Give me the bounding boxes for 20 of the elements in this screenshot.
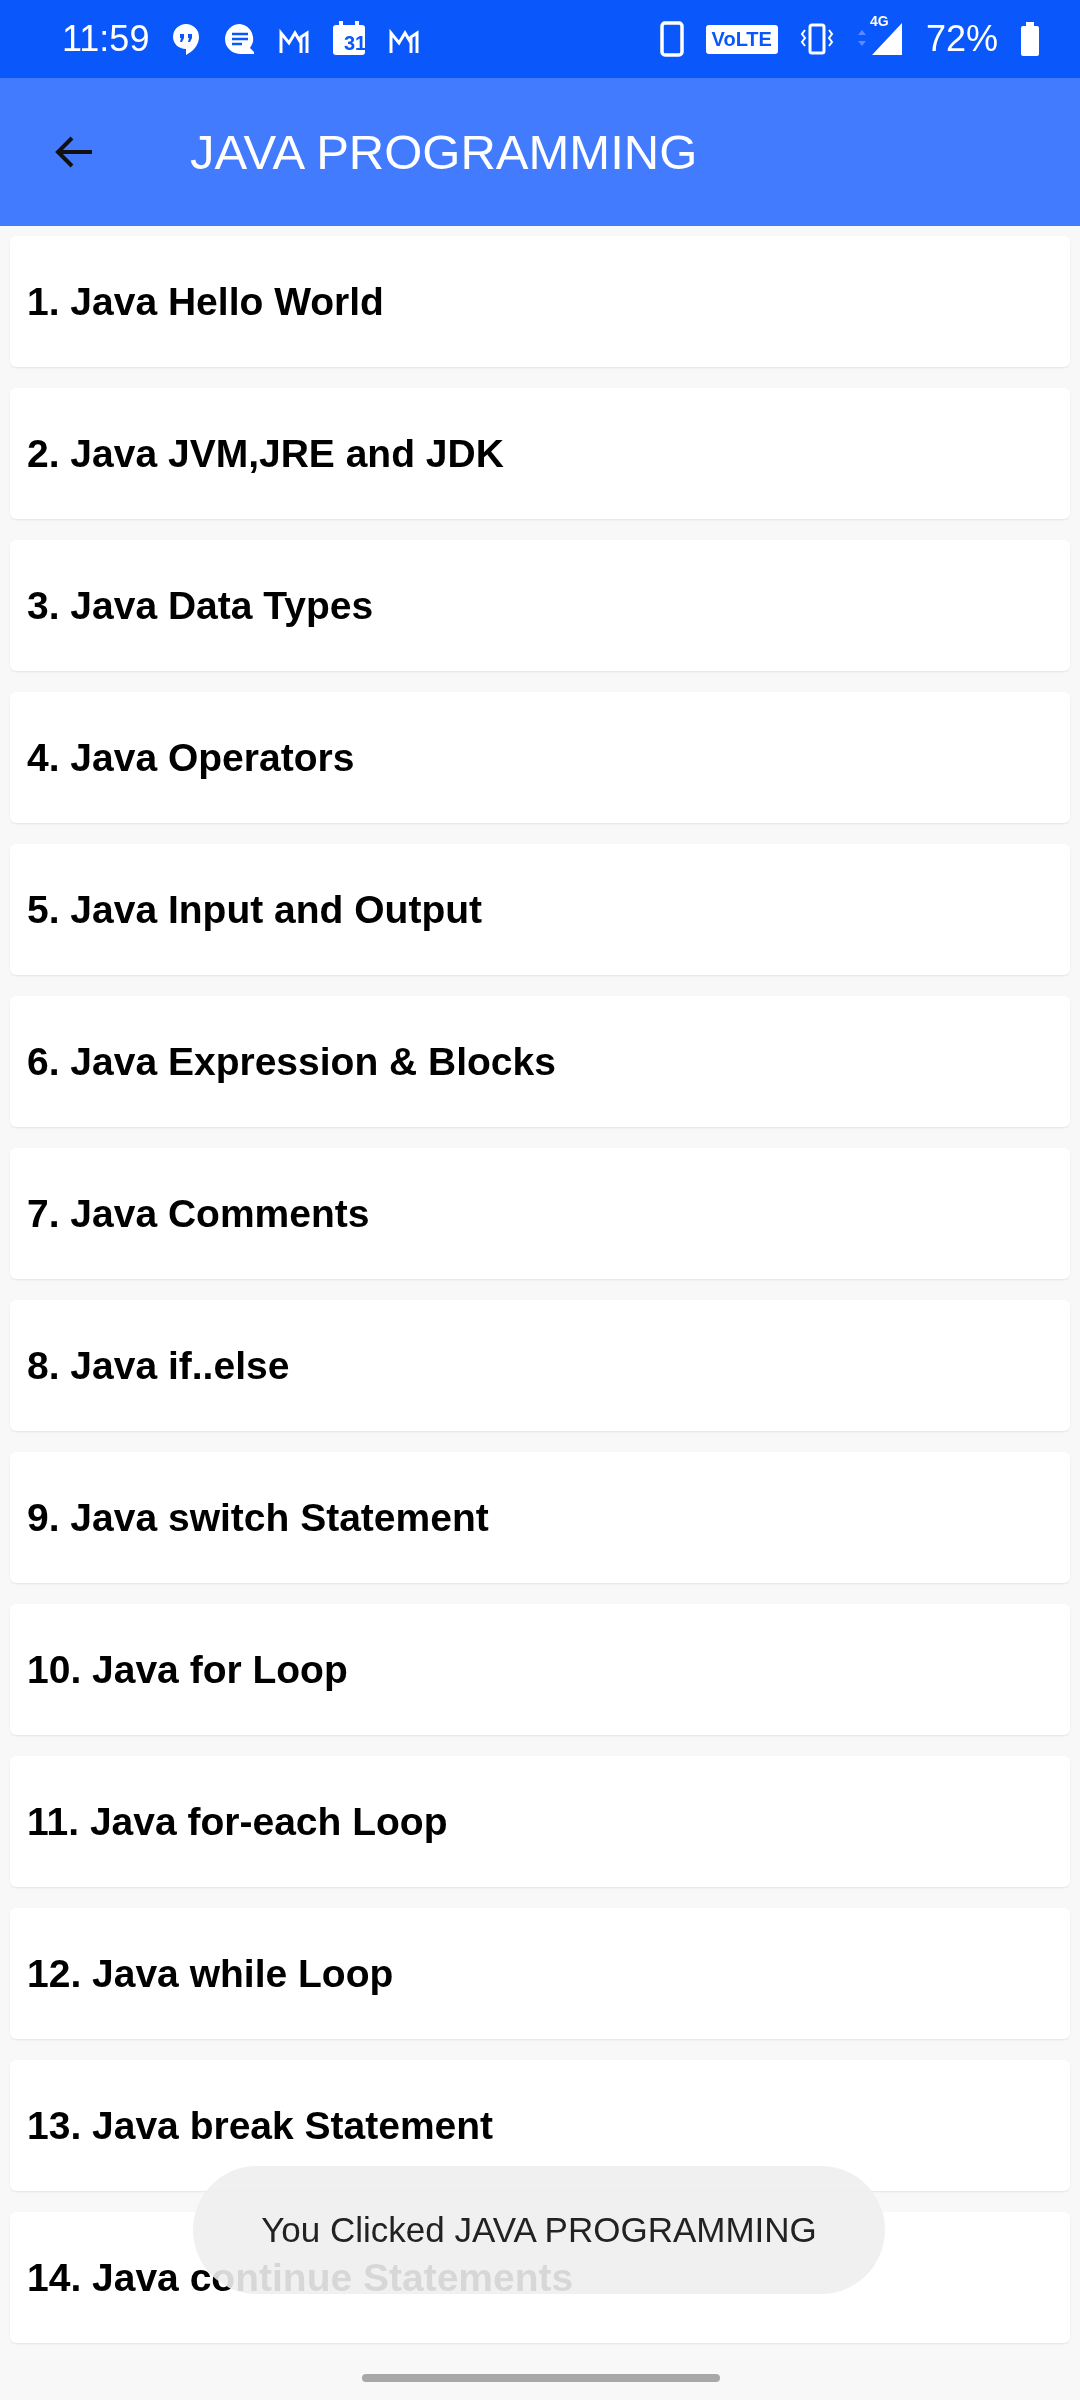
topic-label: 11. Java for-each Loop <box>27 1799 448 1844</box>
topic-label: 9. Java switch Statement <box>27 1495 489 1540</box>
topic-label: 8. Java if..else <box>27 1343 290 1388</box>
topic-label: 12. Java while Loop <box>27 1951 394 1996</box>
topic-label: 6. Java Expression & Blocks <box>27 1039 556 1084</box>
calendar-day: 31 <box>344 32 367 55</box>
topic-label: 4. Java Operators <box>27 735 355 780</box>
topic-label: 1. Java Hello World <box>27 279 384 324</box>
topic-label: 13. Java break Statement <box>27 2103 494 2148</box>
topic-label: 7. Java Comments <box>27 1191 370 1236</box>
topic-label: 10. Java for Loop <box>27 1647 348 1692</box>
status-time: 11:59 <box>62 18 150 60</box>
network-type: 4G <box>869 13 889 29</box>
toast-text: You Clicked JAVA PROGRAMMING <box>261 2210 817 2250</box>
screen-title: JAVA PROGRAMMING <box>190 124 698 180</box>
topic-label: 3. Java Data Types <box>27 583 374 628</box>
battery-percent: 72% <box>925 18 998 60</box>
volte-badge: VoLTE <box>705 24 778 54</box>
topic-label: 2. Java JVM,JRE and JDK <box>27 431 504 476</box>
topic-label: 5. Java Input and Output <box>27 887 483 932</box>
